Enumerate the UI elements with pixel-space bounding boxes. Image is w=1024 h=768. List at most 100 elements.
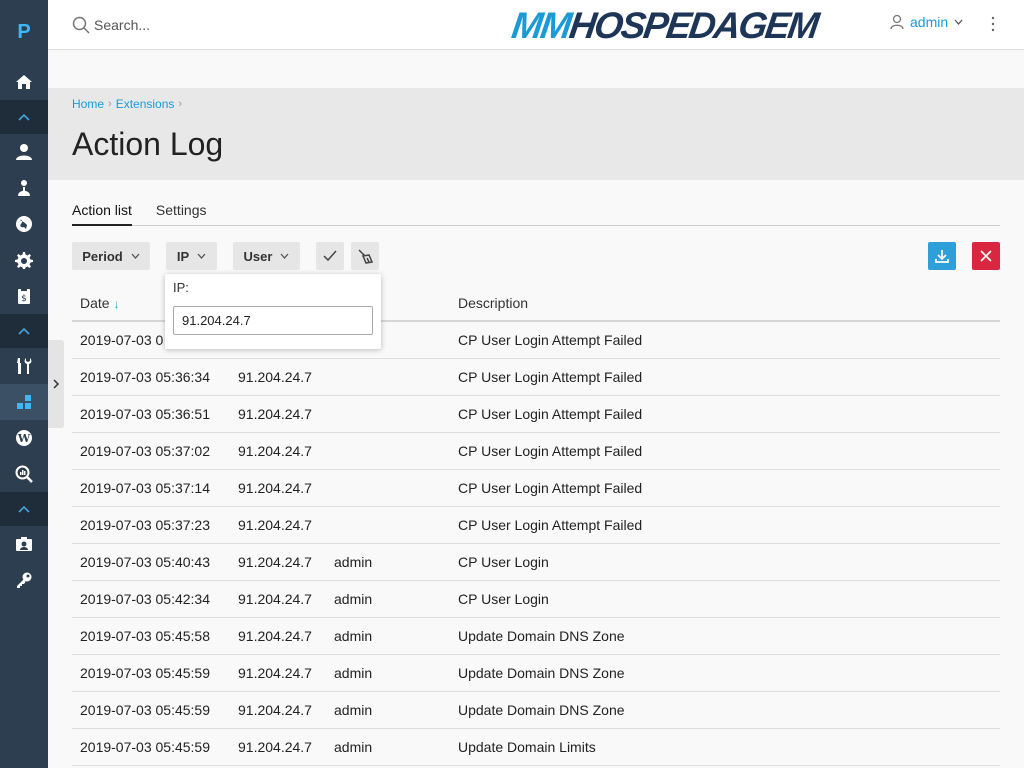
ip-filter-button[interactable]: IP	[166, 242, 217, 270]
download-button[interactable]	[928, 242, 956, 270]
cell-description: CP User Login Attempt Failed	[458, 517, 643, 533]
collapse-section-3[interactable]	[0, 492, 48, 526]
breadcrumb-separator: ›	[178, 98, 183, 110]
user-icon[interactable]	[0, 134, 48, 170]
table-row[interactable]: 2019-07-03 05:37:02 91.204.24.7 CP User Lo…	[72, 433, 1000, 470]
cell-description: CP User Login Attempt Failed	[458, 369, 643, 385]
cell-description: Update Domain DNS Zone	[458, 665, 625, 681]
breadcrumb: Home › Extensions ›	[72, 97, 182, 111]
cell-ip: 91.204.24.7	[238, 591, 312, 607]
cell-date: 2019-07-03 05:45:59	[80, 665, 210, 681]
cell-description: CP User Login Attempt Failed	[458, 406, 643, 422]
cell-user: admin	[334, 591, 373, 607]
cell-date: 2019-07-03 05:36:51	[80, 406, 210, 422]
cell-ip: 91.204.24.7	[238, 517, 312, 533]
breadcrumb-separator: ›	[108, 98, 112, 110]
ip-filter-popup: IP:	[165, 274, 381, 349]
cell-description: CP User Login Attempt Failed	[458, 443, 643, 459]
key-icon[interactable]	[0, 562, 48, 598]
chevron-down-icon	[197, 253, 206, 259]
ip-filter-popup-label: IP:	[173, 280, 189, 295]
brand-logo: MMHOSPEDAGEM	[509, 5, 820, 46]
search-icon	[72, 16, 90, 34]
table-row[interactable]: 2019-07-03 05:36:51 91.204.24.7 CP User Lo…	[72, 396, 1000, 433]
sidebar-expand-toggle[interactable]	[48, 340, 64, 428]
tab-action-list[interactable]: Action list	[72, 200, 132, 226]
extensions-icon[interactable]	[0, 384, 48, 420]
cell-description: Update Domain Limits	[458, 739, 596, 755]
app-logo[interactable]: P	[0, 0, 48, 64]
user-icon	[890, 14, 904, 30]
gear-icon[interactable]	[0, 242, 48, 278]
cell-date: 2019-07-03 05:45:59	[80, 739, 210, 755]
table-row[interactable]: 2019-07-03 05:45:59 91.204.24.7 admin Updat…	[72, 729, 1000, 766]
period-filter-button[interactable]: Period	[72, 242, 150, 270]
cell-date: 2019-07-03 05:40:43	[80, 554, 210, 570]
globe-icon[interactable]	[0, 206, 48, 242]
table-row[interactable]: 2019-07-03 05:37:14 91.204.24.7 CP User Lo…	[72, 470, 1000, 507]
profile-card-icon[interactable]	[0, 526, 48, 562]
cell-date: 2019-07-03 05:37:02	[80, 443, 210, 459]
wordpress-icon[interactable]: W	[0, 420, 48, 456]
cell-date: 2019-07-03 05:37:23	[80, 517, 210, 533]
table-row[interactable]: 2019-07-03 05:45:58 91.204.24.7 admin Updat…	[72, 618, 1000, 655]
cell-ip: 91.204.24.7	[238, 665, 312, 681]
cell-ip: 91.204.24.7	[238, 480, 312, 496]
home-icon[interactable]	[0, 64, 48, 100]
reset-filter-button[interactable]	[351, 242, 379, 270]
seo-search-icon[interactable]	[0, 456, 48, 492]
cell-ip: 91.204.24.7	[238, 628, 312, 644]
billing-icon[interactable]: $	[0, 278, 48, 314]
table-row[interactable]: 2019-07-03 05:36:34 91.204.24.7 CP User Lo…	[72, 359, 1000, 396]
cell-user: admin	[334, 665, 373, 681]
collapse-section-2[interactable]	[0, 314, 48, 348]
topbar: MMHOSPEDAGEM admin	[48, 0, 1024, 50]
tools-icon[interactable]	[0, 348, 48, 384]
breadcrumb-home[interactable]: Home	[72, 97, 104, 111]
table-body: 2019-07-03 0 CP User Login Attempt Failed…	[72, 322, 1000, 766]
user-name: admin	[910, 14, 949, 30]
cell-ip: 91.204.24.7	[238, 443, 312, 459]
cell-user: admin	[334, 702, 373, 718]
close-icon	[980, 250, 992, 262]
table-row[interactable]: 2019-07-03 05:45:59 91.204.24.7 admin Updat…	[72, 655, 1000, 692]
ip-filter-input[interactable]	[173, 306, 373, 335]
search-input[interactable]	[94, 13, 394, 37]
table-row[interactable]: 2019-07-03 05:37:23 91.204.24.7 CP User Lo…	[72, 507, 1000, 544]
apply-filter-button[interactable]	[316, 242, 344, 270]
cell-user: admin	[334, 554, 373, 570]
cell-user: admin	[334, 628, 373, 644]
cell-date: 2019-07-03 05:45:59	[80, 702, 210, 718]
svg-text:W: W	[17, 432, 31, 445]
cell-ip: 91.204.24.7	[238, 369, 312, 385]
cell-ip: 91.204.24.7	[238, 554, 312, 570]
more-menu-icon[interactable]	[990, 16, 996, 32]
sort-down-arrow-icon: ↓	[113, 297, 120, 311]
cell-date: 2019-07-03 05:36:34	[80, 369, 210, 385]
page-title: Action Log	[72, 126, 224, 162]
cell-description: CP User Login Attempt Failed	[458, 480, 643, 496]
collapse-section-1[interactable]	[0, 100, 48, 134]
tab-bar: Action list Settings	[72, 200, 1000, 226]
clear-log-button[interactable]	[972, 242, 1000, 270]
cell-description: Update Domain DNS Zone	[458, 628, 625, 644]
table-row[interactable]: 2019-07-03 05:40:43 91.204.24.7 admin CP Us…	[72, 544, 1000, 581]
user-filter-button[interactable]: User	[233, 242, 300, 270]
chevron-down-icon	[954, 19, 963, 25]
sidebar: P $ W	[0, 0, 48, 768]
user-filter-label: User	[243, 248, 273, 264]
cell-ip: 91.204.24.7	[238, 702, 312, 718]
cell-date: 2019-07-03 05:45:58	[80, 628, 210, 644]
table-row[interactable]: 2019-07-03 05:45:59 91.204.24.7 admin Updat…	[72, 692, 1000, 729]
tab-settings[interactable]: Settings	[156, 200, 207, 226]
column-header-description[interactable]: Description	[458, 295, 1000, 311]
users-icon[interactable]	[0, 170, 48, 206]
page-header: Home › Extensions › Action Log	[48, 88, 1024, 180]
table-row[interactable]: 2019-07-03 05:42:34 91.204.24.7 admin CP Us…	[72, 581, 1000, 618]
download-icon	[935, 250, 949, 263]
period-filter-label: Period	[82, 248, 123, 264]
user-menu[interactable]: admin	[890, 14, 963, 30]
breadcrumb-extensions[interactable]: Extensions	[116, 97, 175, 111]
cell-description: CP User Login Attempt Failed	[458, 332, 643, 348]
cell-description: CP User Login	[458, 591, 549, 607]
